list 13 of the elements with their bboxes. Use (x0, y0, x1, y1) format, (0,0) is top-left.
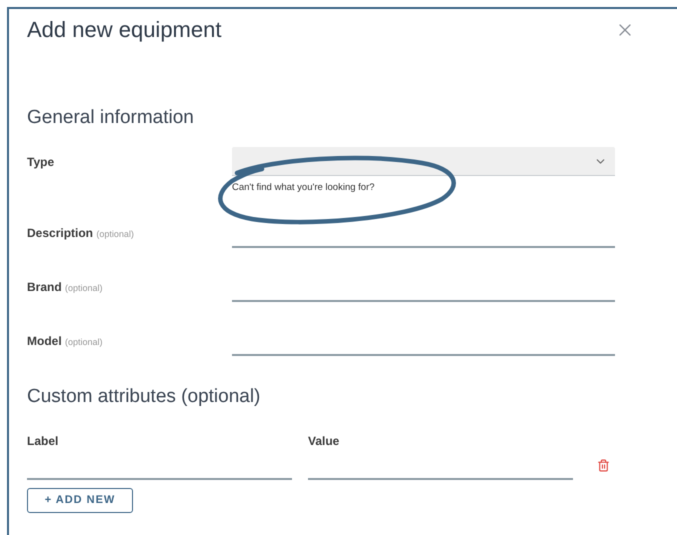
section-heading: General information (27, 106, 195, 130)
field-label: Type (27, 154, 56, 171)
column-label: Label (27, 433, 60, 450)
type-dropdown[interactable] (232, 147, 615, 176)
help-link[interactable]: Can't find what you're looking for? (232, 182, 615, 194)
section-heading: Custom attributes (optional) (27, 385, 262, 409)
dialog-title: Add new equipment (27, 16, 222, 44)
trash-icon[interactable] (597, 459, 610, 472)
column-label: Value (308, 433, 340, 450)
field-label: Model (optional) (27, 333, 104, 350)
add-new-button[interactable]: + ADD NEW (27, 488, 133, 513)
field-label: Brand (optional) (27, 279, 104, 296)
field-label: Description (optional) (27, 225, 135, 242)
